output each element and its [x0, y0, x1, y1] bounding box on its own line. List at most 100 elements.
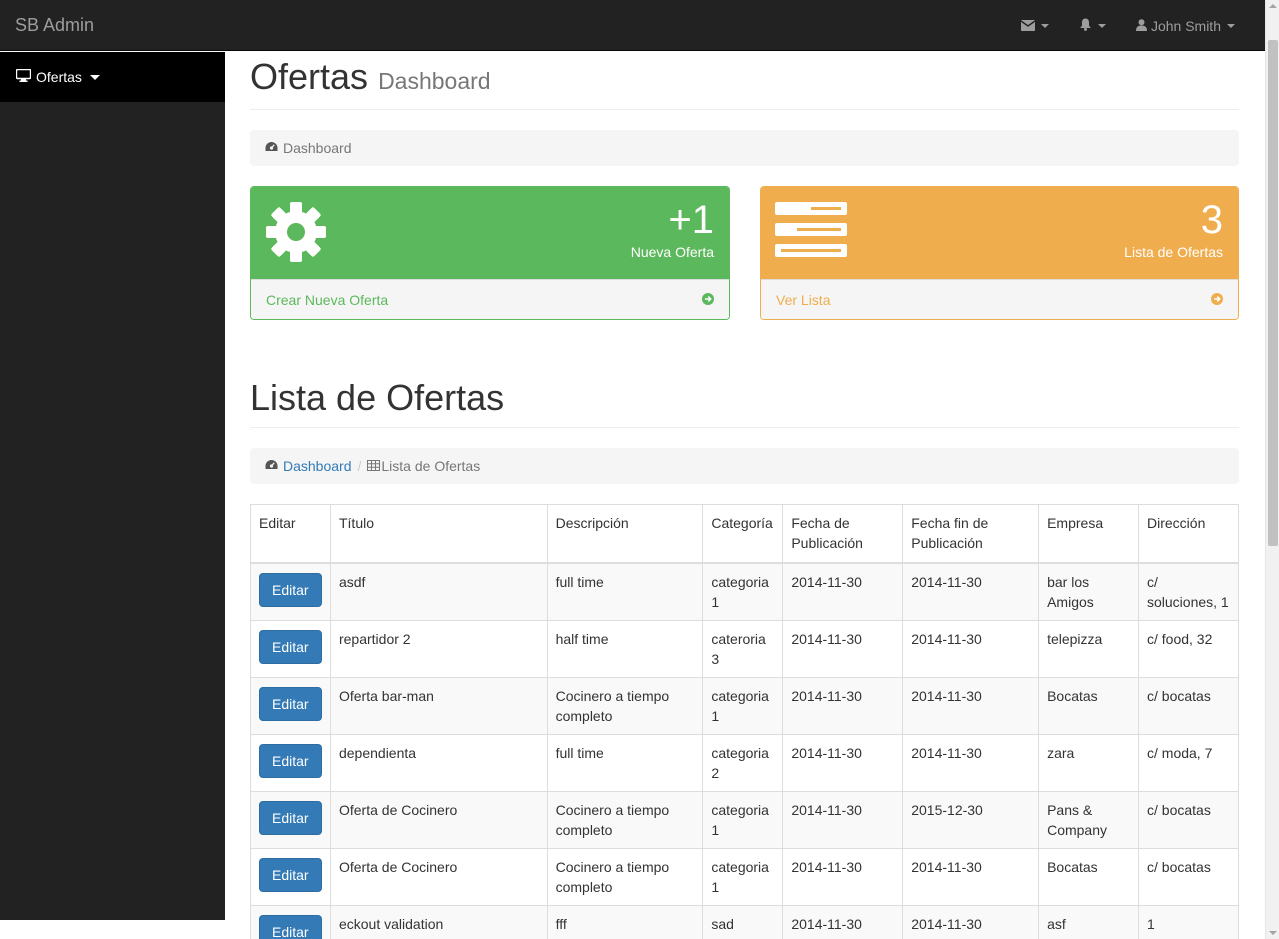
table-cell: 2014-11-30 [902, 562, 1040, 621]
edit-button[interactable]: Editar [259, 914, 322, 939]
table-cell: 2014-11-30 [902, 904, 1040, 939]
dashboard-icon [265, 140, 278, 156]
edit-cell: Editar [250, 904, 331, 939]
sidebar-item-label: Ofertas [36, 69, 82, 85]
edit-cell: Editar [250, 733, 331, 792]
column-header: Dirección [1138, 504, 1239, 564]
breadcrumb-current: Lista de Ofertas [381, 458, 481, 474]
chevron-down-icon [89, 74, 100, 80]
messages-dropdown[interactable] [1020, 18, 1049, 34]
gear-icon [265, 201, 327, 266]
table-cell: Cocinero a tiempo completo [546, 676, 704, 735]
scroll-down-arrow-icon[interactable] [1269, 931, 1277, 935]
page-subtitle: Dashboard [378, 68, 491, 94]
edit-button[interactable]: Editar [259, 800, 322, 835]
breadcrumb-separator: / [357, 458, 362, 474]
column-header: Empresa [1038, 504, 1139, 564]
table-cell: 2014-11-30 [782, 676, 904, 735]
table-cell: eckout validation [329, 904, 548, 939]
edit-button[interactable]: Editar [259, 686, 322, 721]
table-row: Editar asdf full time categoria 1 2014-11-30… [250, 562, 1239, 621]
table-cell: categoria 1 [702, 790, 784, 849]
table-cell: 2014-11-30 [782, 562, 904, 621]
table-cell: Oferta bar-man [329, 676, 548, 735]
scroll-thumb[interactable] [1268, 40, 1278, 546]
table-cell: bar los Amigos [1038, 562, 1139, 621]
new-offer-panel: +1 Nueva Oferta Crear Nueva Oferta [250, 186, 730, 320]
sidebar-item-ofertas[interactable]: Ofertas [0, 52, 225, 102]
vertical-scrollbar[interactable] [1265, 0, 1279, 939]
offer-list-label: Lista de Ofertas [1124, 244, 1223, 260]
sidebar: Ofertas [0, 52, 225, 920]
table-cell: 2014-11-30 [902, 847, 1040, 906]
table-cell: c/ moda, 7 [1138, 733, 1239, 792]
table-header-row: Editar Título Descripción Categoría Fecha de… [250, 504, 1239, 564]
table-cell: c/ bocatas [1138, 847, 1239, 906]
table-row: Editar repartidor 2 half time cateroria 3 20… [250, 619, 1239, 678]
edit-cell: Editar [250, 562, 331, 621]
offer-list-panel: 3 Lista de Ofertas Ver Lista [760, 186, 1239, 320]
table-cell: 2014-11-30 [902, 733, 1040, 792]
column-header: Descripción [546, 504, 704, 564]
edit-button[interactable]: Editar [259, 572, 322, 607]
table-row: Editar dependienta full time categoria 2 201… [250, 733, 1239, 792]
list-section-title: Lista de Ofertas [250, 377, 505, 418]
new-offer-count: +1 [668, 198, 714, 242]
column-header: Fecha de Publicación [782, 504, 904, 564]
top-navbar: SB Admin John Smith [0, 0, 1265, 51]
table-cell: c/ soluciones, 1 [1138, 562, 1239, 621]
create-offer-link[interactable]: Crear Nueva Oferta [251, 279, 729, 319]
edit-button[interactable]: Editar [259, 743, 322, 778]
arrow-circle-right-icon [702, 292, 714, 308]
page-title: Ofertas Dashboard [250, 56, 491, 97]
chevron-down-icon [1040, 23, 1049, 28]
breadcrumb: Dashboard [250, 130, 1239, 166]
user-name: John Smith [1150, 17, 1221, 34]
edit-button[interactable]: Editar [259, 629, 322, 664]
table-cell: categoria 1 [702, 562, 784, 621]
bell-icon [1079, 18, 1092, 34]
column-header: Título [329, 504, 548, 564]
table-cell: asf [1038, 904, 1139, 939]
envelope-icon [1020, 18, 1036, 34]
view-list-label: Ver Lista [776, 291, 831, 308]
table-cell: fff [546, 904, 704, 939]
edit-cell: Editar [250, 790, 331, 849]
table-cell: Oferta de Cocinero [329, 847, 548, 906]
table-cell: 2015-12-30 [902, 790, 1040, 849]
new-offer-label: Nueva Oferta [630, 244, 714, 260]
table-cell: categoria 1 [702, 676, 784, 735]
table-cell: Cocinero a tiempo completo [546, 790, 704, 849]
list-section-header: Lista de Ofertas [250, 378, 1239, 428]
table-cell: 2014-11-30 [902, 619, 1040, 678]
table-cell: 2014-11-30 [782, 619, 904, 678]
page-header: Ofertas Dashboard [250, 58, 1239, 110]
view-list-link[interactable]: Ver Lista [761, 279, 1238, 319]
alerts-dropdown[interactable] [1079, 18, 1106, 34]
table-cell: Bocatas [1038, 676, 1139, 735]
user-dropdown[interactable]: John Smith [1135, 17, 1235, 34]
table-cell: asdf [329, 562, 548, 621]
column-header: Categoría [702, 504, 784, 564]
table-cell: Bocatas [1038, 847, 1139, 906]
stat-panels: +1 Nueva Oferta Crear Nueva Oferta 3 Lis… [250, 186, 1239, 320]
table-row: Editar Oferta de Cocinero Cocinero a tiemp… [250, 790, 1239, 849]
column-header: Editar [250, 504, 331, 564]
desktop-icon [15, 68, 32, 85]
breadcrumb-dashboard-link[interactable]: Dashboard [283, 458, 352, 474]
breadcrumb-current: Dashboard [283, 140, 352, 156]
brand-link[interactable]: SB Admin [15, 15, 94, 35]
panel-heading: +1 Nueva Oferta [251, 187, 729, 279]
edit-cell: Editar [250, 619, 331, 678]
table-cell: c/ bocatas [1138, 676, 1239, 735]
table-cell: Pans & Company [1038, 790, 1139, 849]
offers-table: Editar Título Descripción Categoría Fecha de… [250, 504, 1239, 939]
edit-cell: Editar [250, 676, 331, 735]
table-cell: zara [1038, 733, 1139, 792]
arrow-circle-right-icon [1211, 292, 1223, 308]
scroll-up-arrow-icon[interactable] [1269, 4, 1277, 8]
create-offer-label: Crear Nueva Oferta [266, 291, 389, 308]
column-header: Fecha fin de Publicación [902, 504, 1040, 564]
edit-button[interactable]: Editar [259, 857, 322, 892]
table-cell: cateroria 3 [702, 619, 784, 678]
